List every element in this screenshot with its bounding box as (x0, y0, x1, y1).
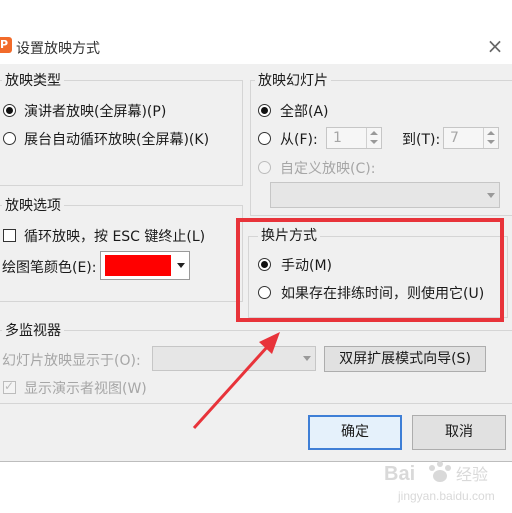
svg-text:Bai: Bai (384, 463, 415, 485)
annotation-arrow (192, 332, 280, 430)
svg-text:jingyan.baidu.com: jingyan.baidu.com (397, 489, 495, 503)
watermark-logo: Bai 经验 jingyan.baidu.com (384, 461, 495, 503)
svg-text:经验: 经验 (456, 465, 488, 484)
